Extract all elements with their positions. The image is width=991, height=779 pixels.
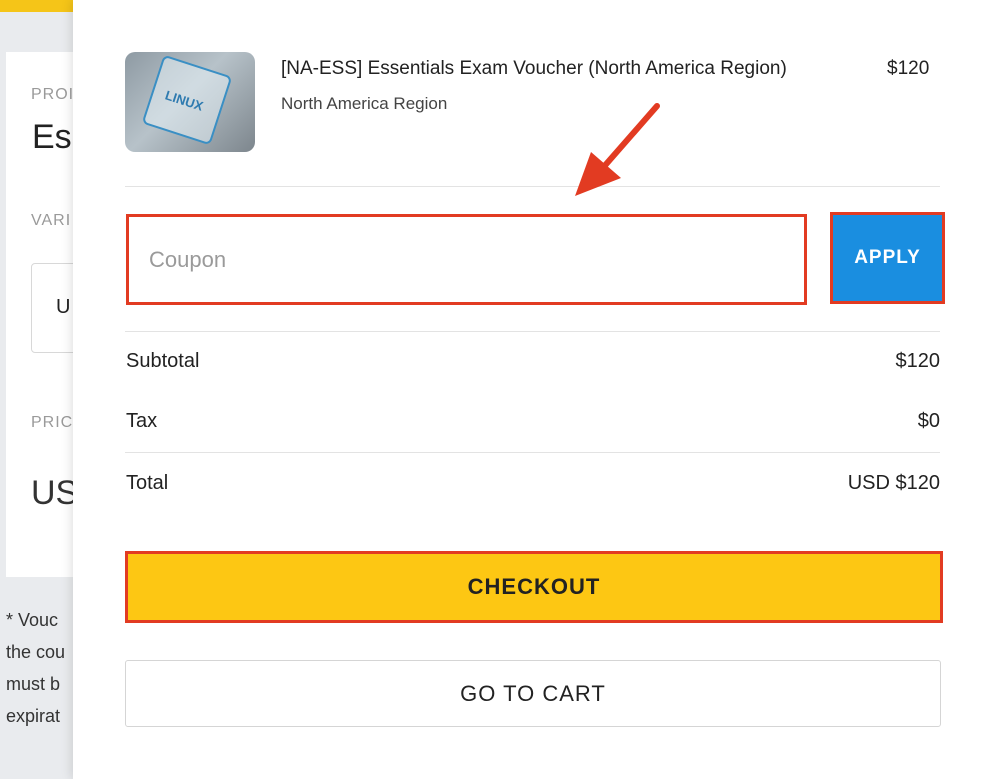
product-thumbnail: LINUX — [125, 52, 255, 152]
subtotal-label: Subtotal — [126, 350, 200, 372]
tax-label: Tax — [126, 410, 158, 432]
coupon-input[interactable] — [126, 214, 807, 305]
variant-label: VARI — [31, 212, 72, 229]
cart-item-variant: North America Region — [281, 94, 448, 113]
linux-logo-icon: LINUX — [141, 54, 233, 146]
total-label: Total — [126, 472, 169, 494]
divider — [125, 186, 940, 187]
variant-select-value: U — [56, 296, 71, 318]
product-price: US — [31, 474, 79, 512]
cart-item-price: $120 — [887, 58, 930, 79]
tax-value: $0 — [917, 410, 940, 432]
product-label: PROI — [31, 86, 75, 103]
go-to-cart-button[interactable]: GO TO CART — [125, 660, 941, 727]
thumbnail-text: LINUX — [163, 87, 206, 114]
cart-item-title: [NA-ESS] Essentials Exam Voucher (North … — [281, 58, 787, 79]
total-value: USD $120 — [847, 472, 940, 494]
subtotal-value: $120 — [895, 350, 941, 372]
price-label: PRIC — [31, 414, 74, 431]
checkout-button[interactable]: CHECKOUT — [125, 551, 943, 623]
apply-coupon-button[interactable]: APPLY — [830, 212, 945, 304]
divider — [125, 452, 940, 453]
divider — [125, 331, 940, 332]
product-name: Es — [32, 118, 72, 156]
cart-drawer: LINUX [NA-ESS] Essentials Exam Voucher (… — [73, 0, 991, 779]
annotation-arrow-icon — [575, 103, 660, 196]
